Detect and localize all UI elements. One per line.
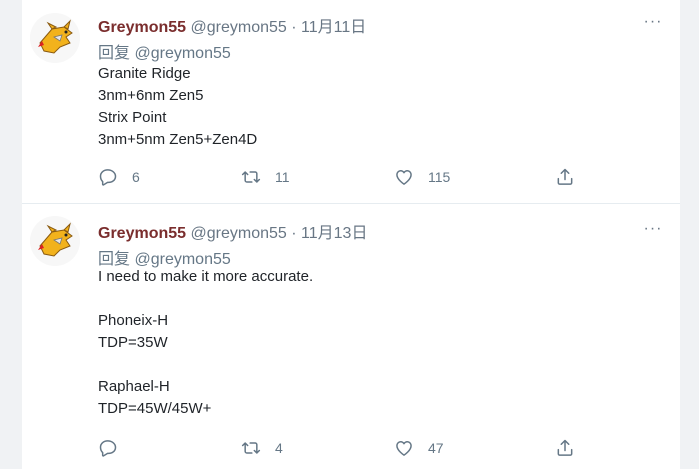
like-count: 115 — [428, 169, 451, 185]
retweet-count: 11 — [275, 169, 290, 185]
tweet-text-line: Phoneix-H — [98, 312, 169, 329]
retweet-count: 4 — [275, 440, 283, 456]
share-button[interactable] — [555, 165, 575, 189]
tweet[interactable]: Greymon55 @greymon55 · 11月13日 ··· 回复 @gr… — [22, 204, 680, 469]
display-name[interactable]: Greymon55 — [98, 19, 186, 36]
tweet-header: Greymon55 @greymon55 · 11月11日 — [98, 13, 366, 36]
reply-mention-link[interactable]: @greymon55 — [134, 45, 230, 62]
tweet-text-line — [98, 354, 313, 376]
user-handle[interactable]: @greymon55 — [191, 19, 287, 36]
retweet-button[interactable]: 11 — [241, 165, 290, 189]
tweet-text-line: I need to make it more accurate. — [98, 268, 314, 285]
tweet-text-line: Strix Point — [98, 109, 167, 126]
tweet-actions: 4 47 — [98, 436, 618, 460]
tweet-text-line: TDP=45W/45W+ — [98, 400, 212, 417]
avatar[interactable] — [30, 216, 80, 266]
avatar-greymon-image — [30, 13, 80, 63]
display-name[interactable]: Greymon55 — [98, 225, 186, 242]
retweet-icon — [241, 442, 261, 454]
avatar[interactable] — [30, 13, 80, 63]
reply-button[interactable]: 6 — [98, 165, 140, 189]
heart-icon — [396, 170, 412, 185]
tweet-text-line: 3nm+6nm Zen5 — [98, 87, 204, 104]
more-icon[interactable]: ··· — [642, 221, 664, 244]
reply-icon — [99, 440, 117, 457]
retweet-button[interactable]: 4 — [241, 436, 283, 460]
tweet-text-line: TDP=35W — [98, 334, 168, 351]
reply-button[interactable] — [98, 436, 132, 460]
more-icon[interactable]: ··· — [642, 14, 664, 37]
tweet-header: Greymon55 @greymon55 · 11月13日 — [98, 219, 367, 242]
tweet-text-line: Granite Ridge — [98, 65, 191, 82]
avatar-greymon-image — [30, 216, 80, 266]
heart-icon — [396, 441, 412, 456]
reply-context: 回复 @greymon55 — [98, 39, 231, 63]
reply-count: 6 — [132, 169, 140, 185]
reply-prefix: 回复 — [98, 45, 131, 62]
share-button[interactable] — [555, 436, 575, 460]
share-icon — [557, 168, 573, 185]
tweet-text-line: Raphael-H — [98, 378, 170, 395]
like-count: 47 — [428, 440, 444, 456]
reply-icon — [99, 169, 117, 186]
share-icon — [557, 439, 573, 456]
tweet-date[interactable]: 11月13日 — [301, 225, 367, 242]
tweet-text-line: 3nm+5nm Zen5+Zen4D — [98, 131, 258, 148]
tweet-text-line — [98, 288, 313, 310]
timeline-panel: Greymon55 @greymon55 · 11月11日 ··· 回复 @gr… — [22, 0, 680, 469]
user-handle[interactable]: @greymon55 — [191, 225, 287, 242]
tweet-date[interactable]: 11月11日 — [301, 19, 366, 36]
like-button[interactable]: 115 — [394, 165, 450, 189]
tweet-text: Granite Ridge 3nm+6nm Zen5 Strix Point 3… — [98, 63, 257, 151]
tweet[interactable]: Greymon55 @greymon55 · 11月11日 ··· 回复 @gr… — [22, 0, 680, 204]
separator-dot: · — [291, 19, 297, 36]
separator-dot: · — [291, 225, 297, 242]
tweet-actions: 6 11 115 — [98, 165, 618, 189]
tweet-text: I need to make it more accurate. Phoneix… — [98, 266, 313, 420]
like-button[interactable]: 47 — [394, 436, 444, 460]
retweet-icon — [241, 171, 261, 183]
